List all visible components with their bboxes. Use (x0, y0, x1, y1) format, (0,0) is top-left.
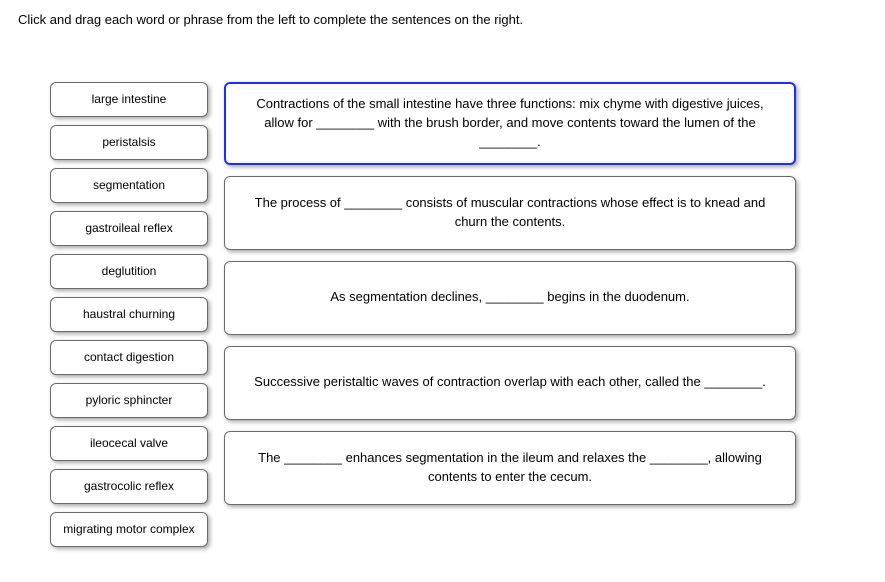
target-sentence[interactable]: Contractions of the small intestine have… (224, 82, 796, 165)
draggable-word[interactable]: large intestine (50, 82, 208, 117)
draggable-word[interactable]: ileocecal valve (50, 426, 208, 461)
draggable-word[interactable]: gastroileal reflex (50, 211, 208, 246)
draggable-word[interactable]: deglutition (50, 254, 208, 289)
draggable-word[interactable]: peristalsis (50, 125, 208, 160)
target-sentence[interactable]: As segmentation declines, ________ begin… (224, 261, 796, 335)
draggable-word[interactable]: segmentation (50, 168, 208, 203)
draggable-word[interactable]: migrating motor complex (50, 512, 208, 547)
target-sentence[interactable]: Successive peristaltic waves of contract… (224, 346, 796, 420)
instructions-text: Click and drag each word or phrase from … (14, 12, 871, 27)
draggable-word[interactable]: gastrocolic reflex (50, 469, 208, 504)
target-sentence[interactable]: The process of ________ consists of musc… (224, 176, 796, 250)
target-sentence[interactable]: The ________ enhances segmentation in th… (224, 431, 796, 505)
draggable-word[interactable]: contact digestion (50, 340, 208, 375)
draggable-word[interactable]: pyloric sphincter (50, 383, 208, 418)
drag-drop-container: large intestine peristalsis segmentation… (14, 82, 871, 547)
draggable-word[interactable]: haustral churning (50, 297, 208, 332)
word-bank: large intestine peristalsis segmentation… (50, 82, 208, 547)
target-sentences-area: Contractions of the small intestine have… (224, 82, 796, 505)
